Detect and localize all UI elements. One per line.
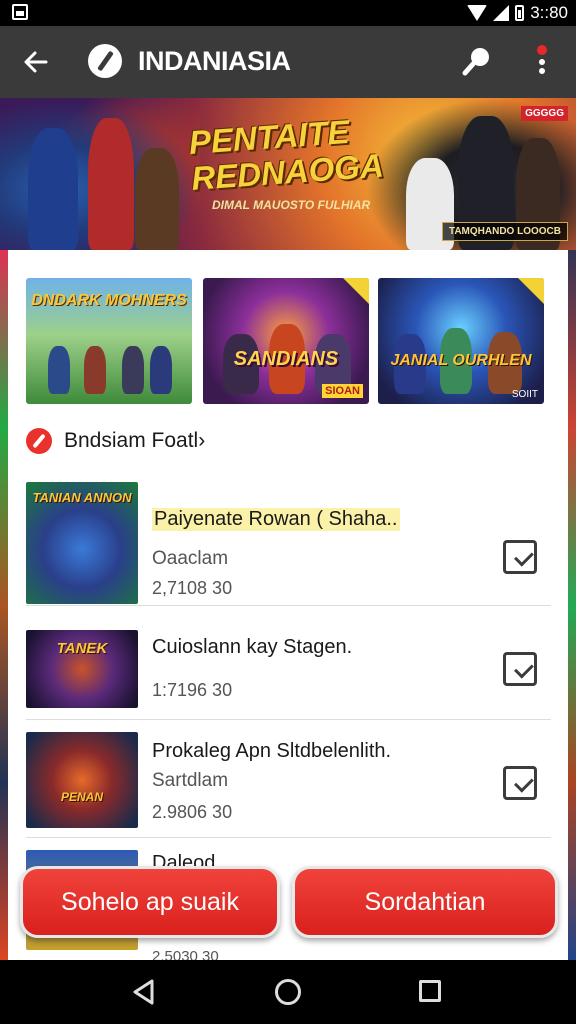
status-icons: 3::80 (467, 2, 568, 24)
featured-card[interactable]: SANDIANS SIOAN (203, 278, 369, 404)
background-strip-right (568, 250, 576, 960)
featured-card-tag: SIOAN (322, 384, 363, 398)
wifi-icon (467, 5, 488, 21)
item-title: Prokaleg Apn Sltdbelenlith. (152, 740, 392, 762)
search-icon[interactable] (460, 44, 494, 78)
battery-icon (515, 5, 525, 21)
featured-card-tag: SOIIT (511, 389, 538, 400)
banner-badge: GGGGG (521, 106, 568, 121)
item-subtitle: Sartdlam (152, 770, 229, 791)
navigation-bar (0, 960, 576, 1024)
content-panel: DNDARK MOHNERS SANDIANS SIOAN JANIAL OUR… (8, 250, 568, 960)
nav-back-icon[interactable] (130, 978, 158, 1006)
section-header[interactable]: Bndsiam Foatl› (26, 426, 205, 456)
list-item[interactable]: TANIAN ANNON Paiyenate Rowan ( Shaha.. O… (26, 478, 551, 606)
divider (26, 605, 551, 606)
app-logo-icon (88, 44, 122, 78)
nav-home-icon[interactable] (275, 979, 301, 1005)
featured-card-title: JANIAL OURHLEN (390, 352, 532, 369)
back-arrow-icon[interactable] (20, 46, 52, 78)
primary-action-button[interactable]: Sohelo ap suaik (20, 866, 280, 938)
featured-row: DNDARK MOHNERS SANDIANS SIOAN JANIAL OUR… (26, 278, 551, 406)
item-thumbnail: TANEK (26, 630, 138, 708)
featured-card-title: SANDIANS (233, 348, 339, 370)
list-item[interactable]: TANEK Cuioslann kay Stagen. 1:7196 30 (26, 618, 551, 720)
item-meta: 1:7196 30 (152, 680, 233, 700)
item-action-button[interactable] (503, 652, 537, 686)
banner-caption: TAMQHANDO LOOOCB (441, 222, 568, 241)
status-bar: 3::80 (0, 0, 576, 26)
more-menu-icon[interactable] (530, 44, 554, 78)
section-logo-icon (26, 428, 52, 454)
promo-banner[interactable]: PENTAITE REDNAOGA DIMAL MAUOSTO FULHIAR … (0, 98, 576, 250)
gallery-notification-icon (12, 4, 28, 20)
banner-subtitle: DIMAL MAUOSTO FULHIAR (212, 198, 371, 212)
item-subtitle: Oaaclam (152, 548, 229, 569)
section-title: Bndsiam Foatl› (64, 429, 206, 452)
banner-heroes-art (0, 98, 200, 250)
app-title: INDANIASIA (138, 46, 291, 76)
list-item[interactable]: PENAN Prokaleg Apn Sltdbelenlith. Sartdl… (26, 720, 551, 838)
item-title: Paiyenate Rowan ( Shaha.. (152, 508, 400, 531)
secondary-action-button[interactable]: Sordahtian (292, 866, 558, 938)
nav-recents-icon[interactable] (419, 980, 441, 1002)
featured-card[interactable]: JANIAL OURHLEN SOIIT (378, 278, 544, 404)
corner-ribbon (343, 278, 369, 304)
item-action-button[interactable] (503, 766, 537, 800)
app-bar: INDANIASIA (0, 26, 576, 98)
item-meta: 2.9806 30 (152, 802, 233, 822)
item-meta: 2,7108 30 (152, 578, 233, 598)
item-action-button[interactable] (503, 540, 537, 574)
banner-title: PENTAITE REDNAOGA (187, 112, 385, 197)
featured-card-title: DNDARK MOHNERS (31, 292, 187, 309)
item-thumbnail: PENAN (26, 732, 138, 828)
item-thumbnail: TANIAN ANNON (26, 482, 138, 604)
bottom-actions: Sohelo ap suaik Sordahtian (0, 866, 576, 942)
item-title: Cuioslann kay Stagen. (152, 636, 353, 658)
background-strip-left (0, 250, 8, 960)
status-time: 3::80 (530, 3, 568, 22)
featured-card[interactable]: DNDARK MOHNERS (26, 278, 192, 404)
signal-icon (493, 5, 510, 21)
corner-ribbon (518, 278, 544, 304)
